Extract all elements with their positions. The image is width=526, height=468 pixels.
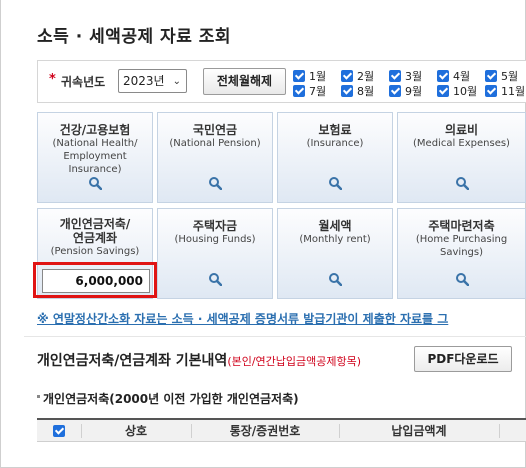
required-mark: * <box>49 72 56 87</box>
filter-bar: * 귀속년도 2023년 ⌄ 전체월해제 1월 2월 3월 4월 5월 7월 8… <box>37 60 526 103</box>
search-icon[interactable] <box>88 176 102 190</box>
card-subtitle: (Pension Savings) <box>50 246 140 257</box>
month-checkbox-2[interactable]: 2월 <box>341 68 374 83</box>
checkbox-checked-icon <box>437 85 449 97</box>
card-medical-expenses[interactable]: 의료비 (Medical Expenses) <box>397 112 526 203</box>
card-title: 국민연금 <box>192 123 238 137</box>
card-subtitle: (National Pension) <box>169 138 261 149</box>
card-national-pension[interactable]: 국민연금 (National Pension) <box>157 112 273 203</box>
card-title: 건강/고용보험 <box>59 123 131 137</box>
search-icon[interactable] <box>208 272 222 286</box>
checkbox-checked-icon <box>341 70 353 82</box>
section-subtitle: (본인/연간납입금액공제항목) <box>227 355 362 368</box>
card-title: 의료비 <box>444 123 479 137</box>
checkbox-checked-icon <box>389 70 401 82</box>
section-title: 개인연금저축/연금계좌 기본내역(본인/연간납입금액공제항목) <box>37 350 361 370</box>
card-health-employment-insurance[interactable]: 건강/고용보험 (National Health/ Employment Ins… <box>37 112 153 203</box>
bullet-icon <box>37 395 40 398</box>
checkbox-checked-icon <box>341 85 353 97</box>
card-home-purchasing-savings[interactable]: 주택마련저축 (Home Purchasing Savings) <box>397 208 526 299</box>
notice-link[interactable]: ※ 연말정산간소화 자료는 소득 · 세액공제 증명서류 발급기관이 제출한 자… <box>37 310 526 327</box>
month-checkbox-10[interactable]: 10월 <box>437 83 477 98</box>
month-checkbox-1[interactable]: 1월 <box>293 68 326 83</box>
card-subtitle: (Medical Expenses) <box>413 138 510 149</box>
card-subtitle: (Monthly rent) <box>299 234 371 245</box>
card-subtitle: (National Health/ <box>52 138 138 149</box>
column-header-account-number: 통장/증권번호 <box>229 424 301 438</box>
chevron-down-icon: ⌄ <box>172 76 181 87</box>
checkbox-checked-icon <box>437 70 449 82</box>
month-checkbox-8[interactable]: 8월 <box>341 83 374 98</box>
month-checkboxes: 1월 2월 3월 4월 5월 7월 8월 9월 10월 11월 <box>293 68 526 98</box>
card-housing-funds[interactable]: 주택자금 (Housing Funds) <box>157 208 273 299</box>
search-icon[interactable] <box>455 272 469 286</box>
card-title: 주택마련저축 <box>428 219 495 233</box>
section-title-text: 개인연금저축/연금계좌 기본내역 <box>37 353 228 369</box>
month-checkbox-4[interactable]: 4월 <box>437 68 470 83</box>
search-icon[interactable] <box>328 272 342 286</box>
column-header-payment-total: 납입금액계 <box>391 424 447 438</box>
search-icon[interactable] <box>455 176 469 190</box>
checkbox-checked-icon <box>293 70 305 82</box>
month-checkbox-3[interactable]: 3월 <box>389 68 422 83</box>
card-title: 개인연금저축/ <box>59 217 131 231</box>
month-checkbox-7[interactable]: 7월 <box>293 83 326 98</box>
card-subtitle: Employment Insurance) <box>63 151 127 175</box>
select-all-checkbox[interactable] <box>53 425 65 437</box>
year-select[interactable]: 2023년 ⌄ <box>118 69 187 93</box>
search-icon[interactable] <box>328 176 342 190</box>
pdf-download-button[interactable]: PDF다운로드 <box>414 346 512 372</box>
year-label: 귀속년도 <box>61 75 106 89</box>
checkbox-checked-icon <box>485 70 497 82</box>
card-title-line2: 연금계좌 <box>72 231 118 245</box>
card-title: 보험료 <box>318 123 352 137</box>
card-subtitle: (Home Purchasing <box>415 234 508 245</box>
checkbox-checked-icon <box>485 85 497 97</box>
table-header: 상호 통장/증권번호 납입금액계 <box>37 418 526 442</box>
column-header-company: 상호 <box>124 424 148 438</box>
card-monthly-rent[interactable]: 월세액 (Monthly rent) <box>277 208 393 299</box>
amount-highlight-box <box>33 262 157 298</box>
section-divider <box>24 336 526 337</box>
checkbox-checked-icon <box>389 85 401 97</box>
card-subtitle: (Insurance) <box>306 138 364 149</box>
card-title: 월세액 <box>318 219 352 233</box>
card-title: 주택자금 <box>192 219 238 233</box>
card-insurance[interactable]: 보험료 (Insurance) <box>277 112 393 203</box>
card-subtitle: (Housing Funds) <box>174 234 256 245</box>
page-title: 소득 · 세액공제 자료 조회 <box>37 27 232 47</box>
month-checkbox-11[interactable]: 11월 <box>485 83 525 98</box>
subsection-title: 개인연금저축(2000년 이전 가입한 개인연금저축) <box>43 392 299 406</box>
checkbox-checked-icon <box>293 85 305 97</box>
card-subtitle: Savings) <box>440 247 483 258</box>
column-divider <box>499 424 500 438</box>
month-checkbox-9[interactable]: 9월 <box>389 83 422 98</box>
month-checkbox-5[interactable]: 5월 <box>485 68 518 83</box>
search-icon[interactable] <box>208 176 222 190</box>
year-select-value: 2023년 <box>123 74 165 88</box>
toggle-all-months-button[interactable]: 전체월해제 <box>203 68 286 95</box>
